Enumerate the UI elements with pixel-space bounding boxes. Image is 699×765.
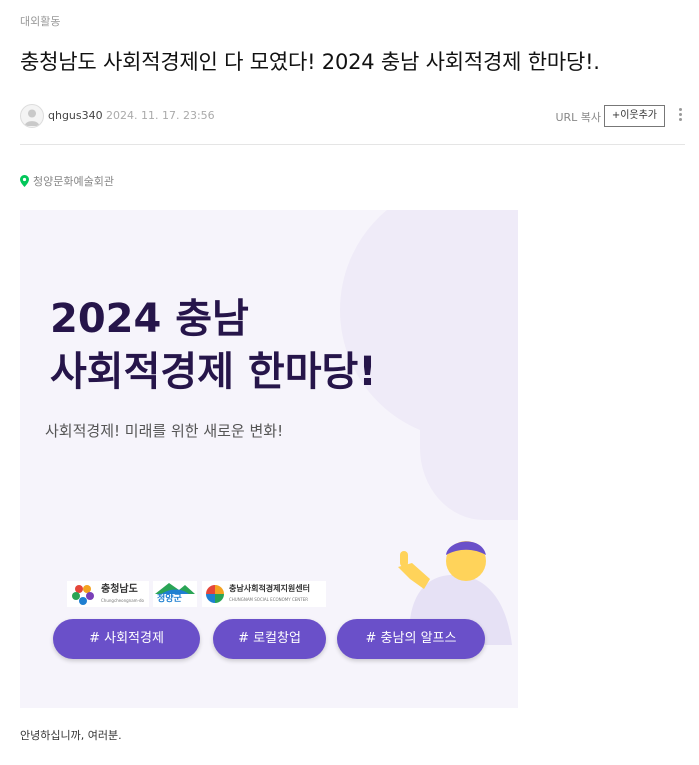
hashtag-local-startup[interactable]: # 로컬창업 bbox=[213, 619, 326, 659]
location-link[interactable]: 청양문화예술회관 bbox=[20, 173, 114, 189]
banner-headline-line2: 사회적경제 한마당! bbox=[50, 349, 377, 395]
divider bbox=[20, 144, 685, 145]
sponsor-logos: 충청남도 Chungcheongnam-do 청양군 충남사회적경제지원센터 C… bbox=[67, 581, 327, 607]
post-body-greeting: 안녕하십니까, 여러분. bbox=[20, 729, 122, 742]
logo-cheongyang: 청양군 bbox=[153, 581, 197, 607]
post-meta: qhgus340 2024. 11. 17. 23:56 URL 복사 +이웃추… bbox=[20, 104, 685, 128]
user-icon bbox=[24, 109, 40, 126]
add-neighbor-button[interactable]: +이웃추가 bbox=[603, 105, 665, 127]
location-pin-icon bbox=[20, 175, 29, 187]
logo-chungnam-en: Chungcheongnam-do bbox=[101, 598, 144, 603]
logo-cheongyang-text: 청양군 bbox=[157, 594, 182, 604]
more-menu-icon[interactable] bbox=[675, 106, 685, 124]
author-name[interactable]: qhgus340 bbox=[48, 109, 103, 122]
banner-headline: 2024 충남 사회적경제 한마당! bbox=[50, 293, 377, 399]
logo-center-en: CHUNGNAM SOCIAL ECONOMY CENTER bbox=[229, 597, 309, 602]
hashtag-social-economy[interactable]: # 사회적경제 bbox=[53, 619, 200, 659]
url-copy-button[interactable]: URL 복사 bbox=[555, 109, 601, 125]
location-label: 청양문화예술회관 bbox=[33, 175, 114, 188]
post-date: 2024. 11. 17. 23:56 bbox=[106, 109, 215, 122]
post-title: 충청남도 사회적경제인 다 모였다! 2024 충남 사회적경제 한마당!. bbox=[20, 50, 600, 74]
logo-chungnam: 충청남도 Chungcheongnam-do bbox=[67, 581, 149, 607]
chungnam-flower-icon bbox=[72, 585, 94, 605]
post-category[interactable]: 대외활동 bbox=[20, 13, 60, 29]
banner-headline-line1: 2024 충남 bbox=[50, 296, 249, 342]
logo-social-economy-center: 충남사회적경제지원센터 CHUNGNAM SOCIAL ECONOMY CENT… bbox=[202, 581, 326, 607]
bg-shape-right bbox=[420, 340, 518, 520]
event-banner-image: 2024 충남 사회적경제 한마당! 사회적경제! 미래를 위한 새로운 변화!… bbox=[20, 210, 518, 708]
avatar[interactable] bbox=[20, 104, 44, 128]
center-emblem-icon bbox=[206, 585, 224, 603]
banner-subheadline: 사회적경제! 미래를 위한 새로운 변화! bbox=[45, 422, 284, 440]
hashtag-chungnam-alps[interactable]: # 충남의 알프스 bbox=[337, 619, 485, 659]
